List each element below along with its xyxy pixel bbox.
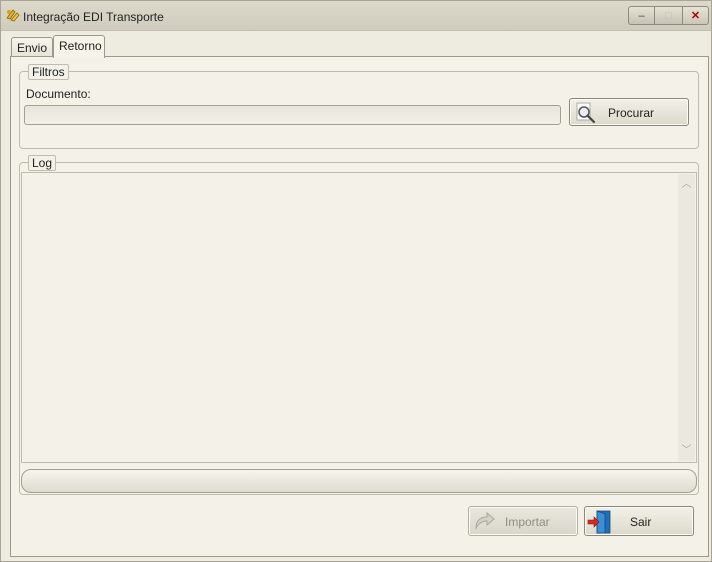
importar-button[interactable]: Importar [468,506,578,536]
tab-page-retorno: Filtros Documento: Procurar Log ︿ ﹀ Impo… [10,56,709,557]
tab-envio[interactable]: Envio [11,37,53,57]
tab-retorno[interactable]: Retorno [53,35,105,58]
scroll-up-icon[interactable]: ︿ [678,176,695,193]
maximize-button[interactable]: □ [655,6,682,25]
title-bar[interactable]: Integração EDI Transporte – □ ✕ [1,1,711,31]
filtros-group: Filtros Documento: Procurar [19,64,699,149]
exit-door-icon [587,510,613,537]
filtros-legend: Filtros [28,64,69,80]
close-icon: ✕ [690,10,701,22]
sair-button[interactable]: Sair [584,506,694,536]
scroll-down-icon[interactable]: ﹀ [678,442,695,459]
procurar-button[interactable]: Procurar [569,98,689,126]
log-scrollbar[interactable]: ︿ ﹀ [678,174,695,461]
documento-input[interactable] [24,105,561,125]
log-legend: Log [28,155,57,171]
importar-label: Importar [505,515,550,529]
redo-arrow-icon [473,511,495,534]
magnifier-icon [575,102,597,127]
sair-label: Sair [630,515,652,529]
progress-bar [21,469,697,493]
close-button[interactable]: ✕ [682,6,709,25]
procurar-label: Procurar [608,106,655,120]
window-controls: – □ ✕ [628,6,709,25]
main-window: Integração EDI Transporte – □ ✕ Envio Re… [0,0,712,562]
log-group: Log ︿ ﹀ [19,155,699,495]
window-title: Integração EDI Transporte [23,10,164,24]
documento-label: Documento: [26,87,91,101]
minimize-icon: – [638,9,645,22]
log-textarea[interactable]: ︿ ﹀ [21,172,697,463]
maximize-icon: □ [665,9,672,22]
minimize-button[interactable]: – [628,6,655,25]
app-icon [5,7,21,23]
